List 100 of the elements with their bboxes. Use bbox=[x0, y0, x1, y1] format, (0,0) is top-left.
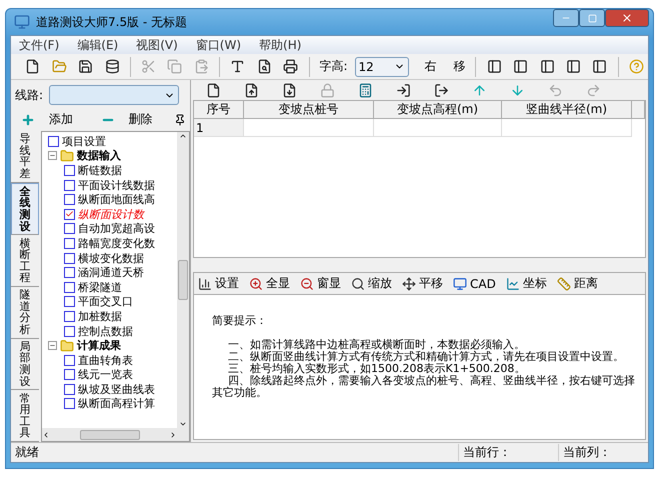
checkbox[interactable] bbox=[64, 223, 75, 234]
scrollbar-thumb[interactable] bbox=[80, 430, 140, 440]
checkbox[interactable] bbox=[64, 267, 75, 278]
checkbox[interactable] bbox=[64, 384, 75, 395]
checkbox[interactable] bbox=[64, 282, 75, 293]
menu-item[interactable]: 窗口(W) bbox=[196, 36, 242, 54]
checkbox[interactable] bbox=[64, 369, 75, 380]
window-button[interactable]: 窗显 bbox=[300, 275, 341, 292]
folder-icon bbox=[60, 338, 74, 353]
font-height-select[interactable]: 12 bbox=[354, 56, 410, 76]
add-button[interactable]: 添加 bbox=[15, 111, 79, 128]
tree-item[interactable]: 路幅宽度变化数 bbox=[78, 236, 155, 251]
tree-item[interactable]: 纵断面高程计算 bbox=[78, 396, 155, 412]
search-icon bbox=[351, 276, 365, 290]
checkbox[interactable] bbox=[64, 208, 75, 220]
tree-item[interactable]: 纵坡及竖曲线表 bbox=[78, 382, 155, 397]
scroll-up-icon[interactable] bbox=[179, 132, 187, 140]
tree-item[interactable]: 涵洞通道天桥 bbox=[78, 265, 144, 280]
hint-text: 一、如需计算线路中边桩高程或横断面时，本数据必须输入。 bbox=[227, 339, 525, 352]
tree-item[interactable]: 项目设置 bbox=[62, 134, 106, 149]
vertical-tab[interactable]: 常用工具 bbox=[11, 390, 39, 442]
settings-button[interactable]: 设置 bbox=[198, 275, 239, 292]
app-icon bbox=[14, 14, 30, 30]
checkbox[interactable] bbox=[64, 164, 75, 176]
coords-button[interactable]: 坐标 bbox=[506, 275, 547, 292]
tree-item[interactable]: 数据输入 bbox=[77, 148, 121, 164]
folder-icon bbox=[60, 148, 74, 163]
checkbox[interactable] bbox=[64, 296, 75, 308]
table-cell[interactable] bbox=[374, 119, 502, 137]
zoom-in-icon bbox=[249, 276, 263, 290]
vertical-tab[interactable]: 隧道分析 bbox=[11, 287, 39, 339]
pin-icon[interactable] bbox=[174, 114, 186, 126]
menu-item[interactable]: 视图(V) bbox=[136, 36, 178, 54]
checkbox[interactable] bbox=[64, 310, 75, 322]
vertical-tab[interactable]: 全线测设 bbox=[11, 182, 39, 236]
scroll-down-icon[interactable] bbox=[179, 420, 187, 428]
tree-item[interactable]: 断链数据 bbox=[78, 162, 122, 178]
tree-item[interactable]: 直曲转角表 bbox=[78, 352, 133, 368]
minimize-button[interactable] bbox=[553, 9, 579, 27]
column-header[interactable]: 变坡点高程(m) bbox=[374, 101, 502, 119]
tree-item[interactable]: 纵断面地面线高 bbox=[78, 192, 155, 208]
plus-icon bbox=[21, 112, 35, 126]
vertical-scrollbar[interactable] bbox=[177, 132, 189, 428]
close-button[interactable] bbox=[605, 9, 649, 27]
tree-item[interactable]: 平面设计线数据 bbox=[78, 178, 155, 193]
maximize-button[interactable] bbox=[579, 9, 605, 27]
cad-button[interactable]: CAD bbox=[453, 276, 496, 290]
table-cell[interactable] bbox=[502, 119, 632, 137]
maximize-icon bbox=[588, 14, 596, 22]
checkbox[interactable] bbox=[64, 194, 75, 206]
distance-button[interactable]: 距离 bbox=[556, 275, 598, 292]
right-align-button[interactable]: 右 bbox=[420, 58, 440, 75]
checkbox[interactable] bbox=[48, 136, 59, 147]
checkbox[interactable] bbox=[64, 398, 75, 410]
tree-item[interactable]: 自动加宽超高设 bbox=[78, 221, 155, 236]
hint-text: 二、纵断面竖曲线计算方式有传统方式和精确计算方式，请先在项目设置中设置。 bbox=[227, 351, 625, 364]
tree-item[interactable]: 桥梁隧道 bbox=[78, 280, 122, 295]
checkbox[interactable] bbox=[64, 238, 75, 249]
tree-item[interactable]: 平面交叉口 bbox=[78, 294, 133, 310]
scroll-right-icon[interactable] bbox=[169, 430, 177, 438]
checkbox[interactable] bbox=[64, 252, 75, 264]
font-height-label: 字高: bbox=[318, 58, 349, 75]
column-header[interactable]: 变坡点桩号 bbox=[244, 101, 374, 119]
delete-button[interactable]: 删除 bbox=[94, 111, 158, 128]
checkbox[interactable] bbox=[64, 326, 75, 337]
close-icon bbox=[621, 12, 633, 24]
move-icon bbox=[402, 276, 416, 290]
tree-item[interactable]: 横坡变化数据 bbox=[78, 250, 144, 266]
fit-button[interactable]: 全显 bbox=[249, 275, 290, 292]
current-column-label: 当前列： bbox=[558, 444, 648, 461]
vertical-tab[interactable]: 局部测设 bbox=[11, 338, 39, 390]
scroll-left-icon[interactable] bbox=[42, 430, 50, 438]
status-text: 就绪 bbox=[15, 444, 39, 461]
scrollbar-thumb[interactable] bbox=[178, 260, 188, 300]
zoom-button[interactable]: 缩放 bbox=[351, 275, 392, 292]
tree-item[interactable]: 计算成果 bbox=[77, 338, 121, 354]
menu-item[interactable]: 帮助(H) bbox=[259, 36, 302, 54]
move-button[interactable]: 移 bbox=[449, 58, 470, 75]
ruler-icon bbox=[556, 276, 571, 290]
menu-item[interactable]: 文件(F) bbox=[19, 36, 60, 54]
checkbox[interactable] bbox=[64, 354, 75, 366]
tree-item[interactable]: 线元一览表 bbox=[78, 367, 133, 382]
hint-title: 简要提示： bbox=[212, 315, 268, 328]
collapse-button[interactable] bbox=[48, 341, 57, 350]
row-number: 1 bbox=[194, 119, 244, 137]
column-header[interactable]: 序号 bbox=[194, 101, 244, 119]
window-title: 道路测设大师7.5版 - 无标题 bbox=[36, 14, 188, 30]
tree-item[interactable]: 纵断面设计数 bbox=[78, 206, 144, 222]
vertical-tab[interactable]: 横断工程 bbox=[11, 235, 39, 288]
line-chart-icon bbox=[506, 276, 520, 290]
pan-button[interactable]: 平移 bbox=[402, 275, 443, 292]
tree-item[interactable]: 加桩数据 bbox=[78, 308, 122, 324]
hint-text: 四、除线路起终点外，需要输入各变坡点的桩号、高程、竖曲线半径，按右键可选择其它功能。 bbox=[212, 375, 636, 400]
horizontal-scrollbar[interactable] bbox=[42, 428, 177, 441]
menu-item[interactable]: 编辑(E) bbox=[77, 36, 118, 54]
column-header[interactable]: 竖曲线半径(m) bbox=[502, 101, 632, 119]
tree-item[interactable]: 控制点数据 bbox=[78, 324, 133, 339]
collapse-button[interactable] bbox=[48, 151, 57, 160]
checkbox[interactable] bbox=[64, 180, 75, 191]
table-cell[interactable] bbox=[244, 119, 374, 137]
